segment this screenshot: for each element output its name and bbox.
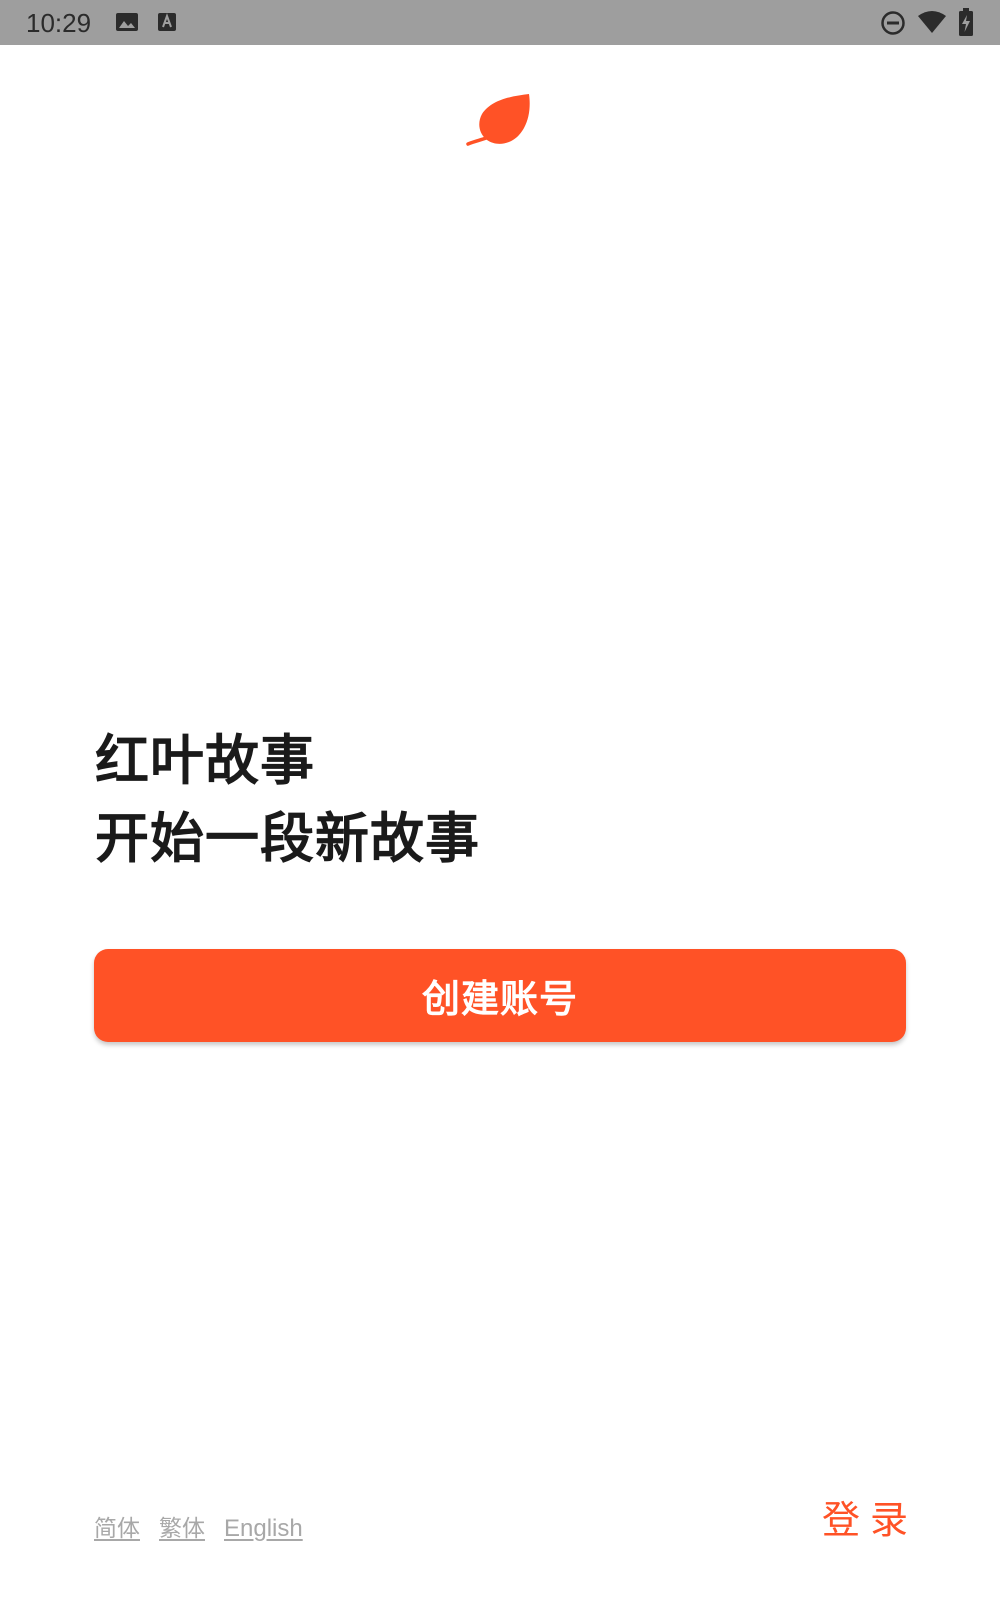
create-account-button[interactable]: 创建账号: [94, 949, 906, 1042]
a-keyboard-icon: [158, 13, 176, 31]
tagline-heading: 开始一段新故事: [95, 807, 480, 870]
login-link[interactable]: 登录: [822, 1495, 918, 1545]
leaf-icon: [466, 94, 530, 146]
wifi-icon: [918, 11, 946, 33]
do-not-disturb-icon: [881, 11, 905, 35]
status-time: 10:29: [26, 8, 92, 38]
status-bar: 10:29: [0, 0, 1000, 45]
language-english-link[interactable]: English: [224, 1514, 303, 1544]
language-traditional-link[interactable]: 繁体: [159, 1514, 205, 1544]
image-icon: [116, 13, 138, 31]
create-account-label: 创建账号: [421, 977, 578, 1021]
language-simplified-link[interactable]: 简体: [94, 1514, 140, 1544]
app-name-heading: 红叶故事: [95, 729, 315, 792]
battery-charging-icon: [959, 8, 973, 36]
